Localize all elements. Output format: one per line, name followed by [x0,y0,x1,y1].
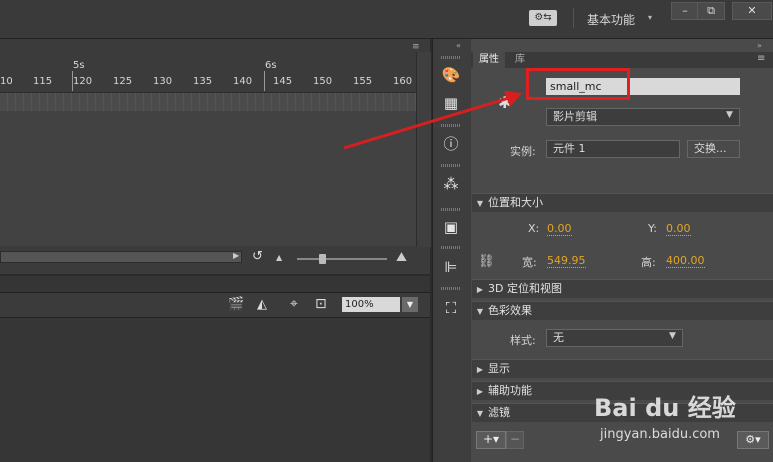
second-marker: 5s [73,60,85,71]
minimize-button[interactable]: – [671,2,699,20]
motion-presets-icon[interactable]: ⁂ [440,173,462,195]
watermark-url: jingyan.baidu.com [600,427,720,442]
close-button[interactable]: ✕ [732,2,772,20]
section-color-effect[interactable]: ▼ 色彩效果 [472,301,773,320]
chevron-down-icon[interactable]: ▼ [402,297,418,312]
chevron-down-icon[interactable]: ▼ [669,331,676,341]
color-style-select[interactable]: 无 [546,329,683,347]
symbol-type-select[interactable]: 影片剪辑 [546,108,740,126]
grip-handle[interactable] [441,287,461,290]
y-value[interactable]: 0.00 [666,222,691,236]
grip-handle[interactable] [441,246,461,249]
link-icon[interactable]: ⛓ [478,254,495,269]
frame-number: 115 [33,76,53,87]
clip-stage-icon[interactable]: ⊡ [315,296,327,312]
color-palette-icon[interactable]: 🎨 [440,64,462,86]
title-divider [573,8,574,28]
section-position-size[interactable]: ▼ 位置和大小 [472,193,773,212]
center-stage-icon[interactable]: ⌖ [290,296,298,312]
tab-properties[interactable]: 属性 [473,52,505,68]
annotation-arrow [343,91,522,150]
edit-scene-icon[interactable]: 🎬 [228,297,244,312]
tab-library[interactable]: 库 [509,52,531,68]
align-icon[interactable]: ⊫ [440,256,462,278]
expand-icon[interactable]: » [757,41,762,50]
grip-handle[interactable] [441,56,461,59]
chevron-down-icon[interactable]: ▼ [726,110,733,120]
app-title-bar [0,0,773,39]
restore-button[interactable]: ⧉ [697,2,725,20]
stage-area[interactable] [0,318,430,462]
swap-button[interactable]: 交换... [687,140,740,158]
x-label: X: [528,222,540,235]
loop-icon[interactable]: ↺ [252,249,263,264]
filter-options-gear-icon[interactable]: ⚙▾ [737,431,769,449]
panel-menu-icon[interactable]: ≡ [757,53,765,64]
add-filter-button[interactable]: +▾ [476,431,506,449]
workspace-switcher[interactable]: 基本功能 [587,11,635,28]
zoom-in-icon[interactable]: ⛰ [396,250,407,265]
sync-settings-icon[interactable]: ⚙⇆ [529,10,557,26]
instance-of-field: 元件 1 [546,140,680,158]
zoom-out-icon[interactable]: ▲ [276,253,282,262]
grip-handle[interactable] [441,164,461,167]
watermark-brand: Bai du 经验 [594,394,736,422]
chevron-down-icon[interactable]: ▾ [648,13,652,22]
frame-number: 150 [313,76,333,87]
panel-menu-icon[interactable]: ≡ [412,42,420,52]
frame-number: 130 [153,76,173,87]
frame-number: 135 [193,76,213,87]
section-display[interactable]: ▶ 显示 [472,359,773,378]
timeline-zoom-slider[interactable] [297,258,387,260]
height-label: 高: [641,256,656,269]
stage-zoom-select[interactable]: 100% [342,297,400,312]
transform-icon[interactable]: ⛶ [440,297,462,319]
width-value[interactable]: 549.95 [547,254,586,268]
width-label: 宽: [522,256,537,269]
frame-number: 120 [73,76,93,87]
frame-number: 10 [0,76,13,87]
grip-handle[interactable] [441,208,461,211]
collapse-icon[interactable]: « [456,41,461,50]
second-marker: 6s [265,60,277,71]
height-value[interactable]: 400.00 [666,254,705,268]
timeline-zoom-thumb[interactable] [319,254,326,264]
style-label: 样式: [510,334,536,347]
frame-number: 145 [273,76,293,87]
second-tick [264,71,265,91]
edit-symbol-icon[interactable]: ◭ [257,297,267,312]
timeline-horizontal-scrollbar[interactable] [0,251,242,263]
stage-header [0,276,430,293]
scroll-right-icon[interactable]: ▶ [233,251,239,260]
frame-number: 140 [233,76,253,87]
remove-filter-button[interactable]: − [506,431,524,449]
code-snippets-icon[interactable]: ▣ [440,216,462,238]
x-value[interactable]: 0.00 [547,222,572,236]
y-label: Y: [648,222,657,235]
section-3d[interactable]: ▶ 3D 定位和视图 [472,279,773,298]
frame-number: 125 [113,76,133,87]
highlight-box [526,68,630,100]
